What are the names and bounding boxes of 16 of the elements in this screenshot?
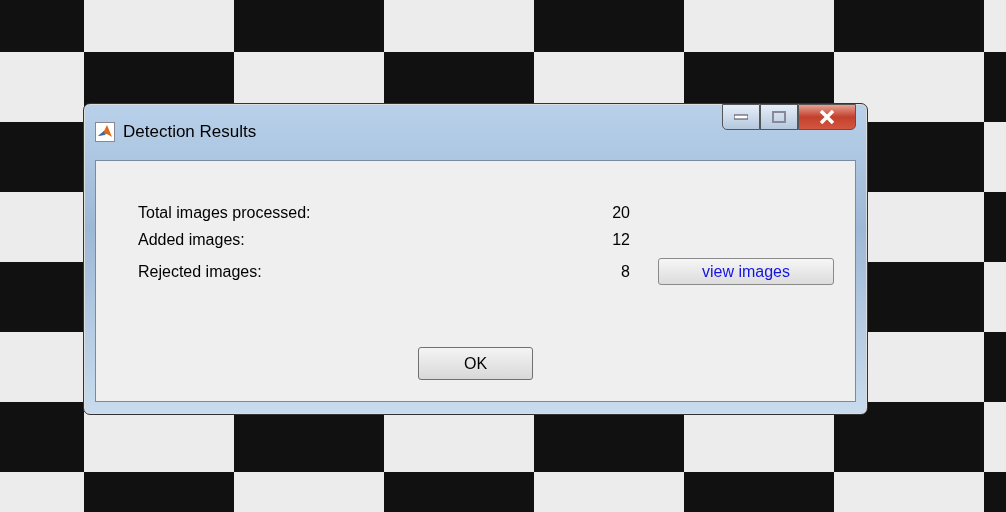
stat-label: Total images processed: xyxy=(138,204,312,222)
minimize-button[interactable] xyxy=(722,104,760,130)
close-button[interactable] xyxy=(798,104,856,130)
app-logo-icon xyxy=(95,122,115,142)
stat-value: 8 xyxy=(620,262,630,281)
stat-value: 20 xyxy=(611,204,630,222)
minimize-icon xyxy=(734,114,748,120)
stat-label: Added images: xyxy=(138,231,246,249)
view-images-button[interactable]: view images xyxy=(658,258,834,285)
close-icon xyxy=(819,110,835,124)
stat-value: 12 xyxy=(611,231,630,249)
ok-button[interactable]: OK xyxy=(418,347,533,380)
stat-label: Rejected images: xyxy=(138,262,263,281)
window-title: Detection Results xyxy=(123,122,257,142)
maximize-icon xyxy=(772,111,786,123)
maximize-button[interactable] xyxy=(760,104,798,130)
